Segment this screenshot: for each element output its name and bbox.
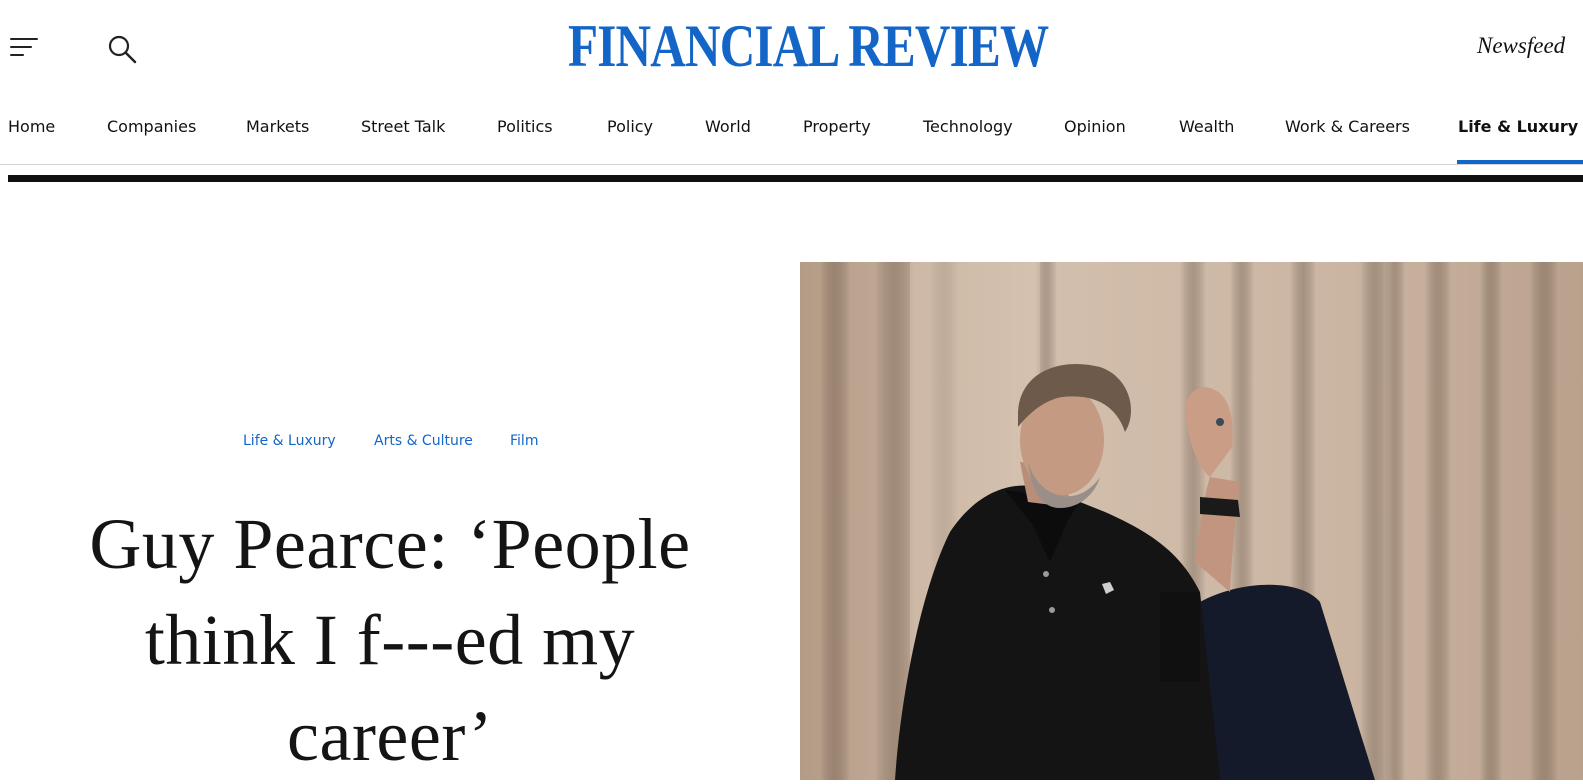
site-logo[interactable]: FINANCIAL REVIEW — [568, 14, 1049, 78]
tag-arts-culture[interactable]: Arts & Culture — [374, 432, 473, 450]
headline-line: Guy Pearce: ‘People — [89, 504, 691, 584]
headline-line: career’ — [287, 696, 493, 776]
article-headline: Guy Pearce: ‘People think I f---ed my ca… — [40, 496, 740, 784]
article-tags: Life & Luxury Arts & Culture Film — [0, 432, 780, 454]
nav-item-opinion[interactable]: Opinion — [1064, 116, 1126, 138]
site-header: FINANCIAL REVIEW Newsfeed — [0, 0, 1583, 96]
nav-item-property[interactable]: Property — [803, 116, 871, 138]
nav-item-markets[interactable]: Markets — [246, 116, 309, 138]
nav-item-home[interactable]: Home — [8, 116, 55, 138]
nav-item-technology[interactable]: Technology — [923, 116, 1013, 138]
active-tab-indicator — [1457, 160, 1583, 164]
nav-item-companies[interactable]: Companies — [107, 116, 196, 138]
tag-life-luxury[interactable]: Life & Luxury — [243, 432, 336, 450]
nav-item-life-luxury[interactable]: Life & Luxury — [1458, 116, 1578, 138]
nav-item-politics[interactable]: Politics — [497, 116, 553, 138]
hamburger-menu-icon[interactable] — [10, 34, 40, 60]
headline-line: think I f---ed my — [144, 600, 636, 680]
hero-image — [800, 262, 1583, 780]
nav-item-work-careers[interactable]: Work & Careers — [1285, 116, 1410, 138]
nav-item-wealth[interactable]: Wealth — [1179, 116, 1234, 138]
nav-item-street-talk[interactable]: Street Talk — [361, 116, 445, 138]
nav-item-world[interactable]: World — [705, 116, 751, 138]
primary-nav: Home Companies Markets Street Talk Polit… — [0, 96, 1583, 165]
search-icon[interactable] — [106, 33, 138, 65]
section-divider — [8, 175, 1583, 182]
newsfeed-link[interactable]: Newsfeed — [1477, 33, 1565, 59]
portrait-photo — [800, 262, 1583, 780]
tag-film[interactable]: Film — [510, 432, 538, 450]
nav-item-policy[interactable]: Policy — [607, 116, 653, 138]
